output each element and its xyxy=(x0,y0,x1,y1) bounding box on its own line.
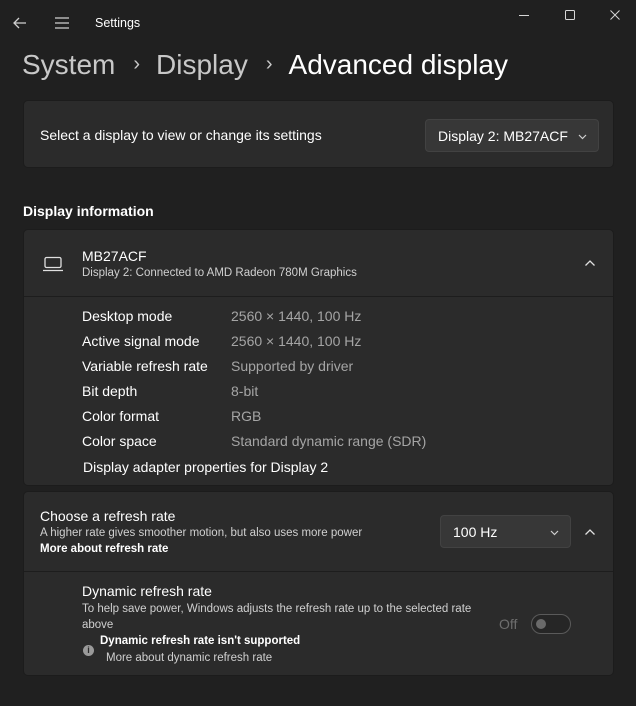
back-arrow-icon[interactable] xyxy=(10,13,30,33)
dynamic-refresh-rate-description: To help save power, Windows adjusts the … xyxy=(82,603,472,631)
info-value: 2560 × 1440, 100 Hz xyxy=(231,333,362,349)
chevron-up-icon[interactable] xyxy=(583,256,597,270)
dynamic-refresh-rate-toggle[interactable] xyxy=(531,614,571,634)
info-label: Variable refresh rate xyxy=(82,358,208,374)
info-value: Standard dynamic range (SDR) xyxy=(231,433,427,449)
info-value: RGB xyxy=(231,408,262,424)
title-bar: Settings xyxy=(0,0,636,46)
info-label: Bit depth xyxy=(82,383,138,399)
chevron-up-icon[interactable] xyxy=(583,525,597,539)
breadcrumb-item-system[interactable]: System xyxy=(22,49,115,81)
monitor-name: MB27ACF xyxy=(82,248,147,264)
section-heading-display-information: Display information xyxy=(23,203,154,219)
info-value: 2560 × 1440, 100 Hz xyxy=(231,308,362,324)
info-label: Color space xyxy=(82,433,157,449)
more-about-dynamic-refresh-rate-link[interactable]: More about dynamic refresh rate xyxy=(106,652,272,664)
info-value: 8-bit xyxy=(231,383,259,399)
display-select-dropdown[interactable]: Display 2: MB27ACF xyxy=(425,119,599,152)
minimize-icon[interactable] xyxy=(513,4,535,26)
dynamic-refresh-rate-toggle-label: Off xyxy=(499,616,518,632)
display-select-value: Display 2: MB27ACF xyxy=(438,127,568,144)
dynamic-refresh-rate-title: Dynamic refresh rate xyxy=(82,583,212,599)
breadcrumb-item-display[interactable]: Display xyxy=(156,49,248,81)
refresh-rate-value: 100 Hz xyxy=(453,523,498,540)
breadcrumb-chevron-icon: › xyxy=(265,52,273,75)
display-select-label: Select a display to view or change its s… xyxy=(40,127,322,143)
display-adapter-properties-link[interactable]: Display adapter properties for Display 2 xyxy=(83,459,328,475)
refresh-rate-title: Choose a refresh rate xyxy=(40,508,176,524)
laptop-monitor-icon xyxy=(43,256,63,272)
info-value: Supported by driver xyxy=(231,358,354,374)
breadcrumb: System › Display › Advanced display xyxy=(22,45,508,85)
refresh-rate-header: Choose a refresh rate A higher rate give… xyxy=(24,492,613,572)
refresh-rate-description: A higher rate gives smoother motion, but… xyxy=(40,527,363,539)
info-label: Desktop mode xyxy=(82,308,173,324)
hamburger-menu-icon[interactable] xyxy=(52,13,72,33)
info-icon: i xyxy=(83,645,94,656)
more-about-refresh-rate-link[interactable]: More about refresh rate xyxy=(40,543,168,555)
refresh-rate-dropdown[interactable]: 100 Hz xyxy=(440,515,571,548)
dynamic-refresh-rate-warning: Dynamic refresh rate isn't supported xyxy=(100,635,301,647)
close-icon[interactable] xyxy=(604,4,626,26)
refresh-rate-card: Choose a refresh rate A higher rate give… xyxy=(23,491,614,676)
chevron-down-icon xyxy=(550,530,559,536)
chevron-down-icon xyxy=(578,134,587,140)
display-select-card: Select a display to view or change its s… xyxy=(23,100,614,168)
info-label: Active signal mode xyxy=(82,333,200,349)
info-label: Color format xyxy=(82,408,160,424)
maximize-icon[interactable] xyxy=(559,4,581,26)
breadcrumb-chevron-icon: › xyxy=(133,52,141,75)
page-title: Advanced display xyxy=(288,49,508,80)
display-information-card: MB27ACF Display 2: Connected to AMD Rade… xyxy=(23,229,614,486)
window-title: Settings xyxy=(95,16,141,30)
toggle-knob xyxy=(536,619,546,629)
display-information-header[interactable]: MB27ACF Display 2: Connected to AMD Rade… xyxy=(24,230,613,297)
monitor-connection: Display 2: Connected to AMD Radeon 780M … xyxy=(82,267,357,279)
